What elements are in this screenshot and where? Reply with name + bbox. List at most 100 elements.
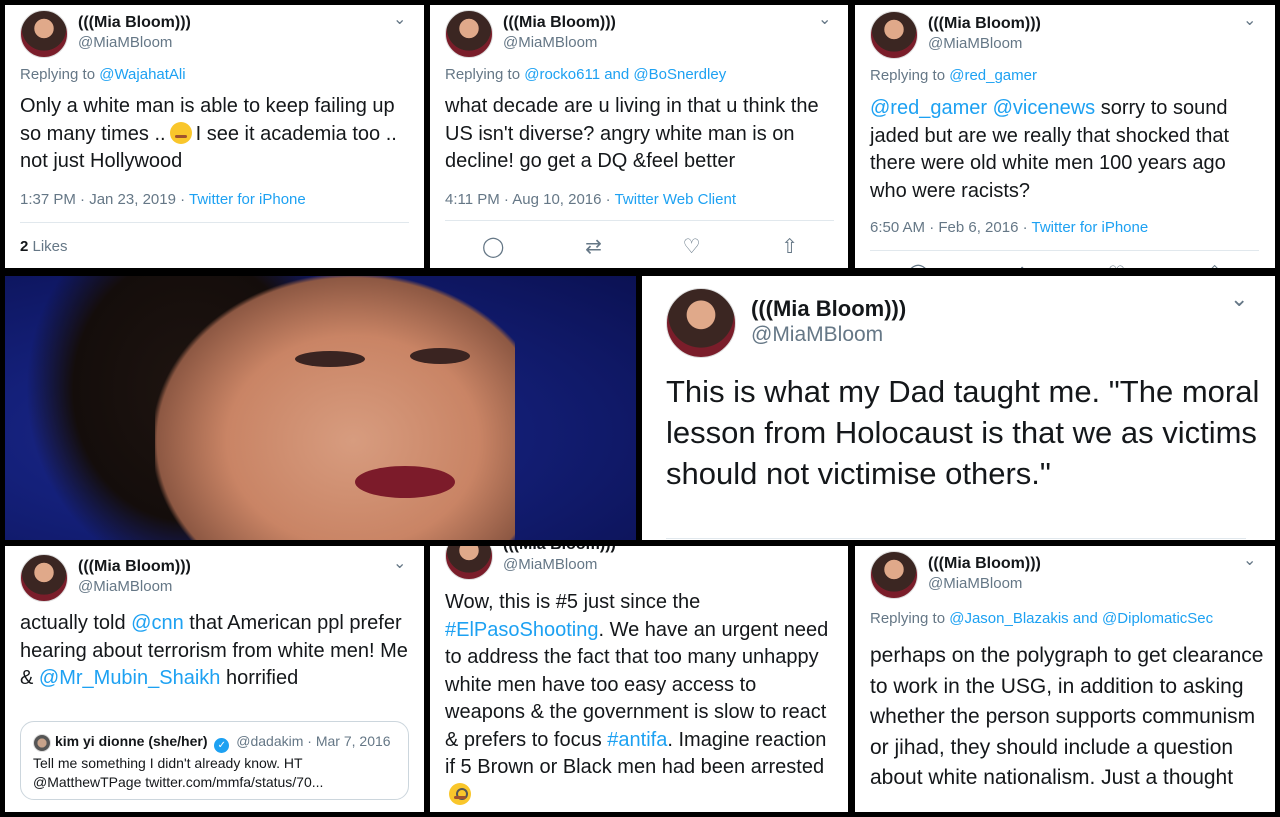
display-name[interactable]: (((Mia Bloom))) bbox=[928, 555, 1041, 573]
replying-to-label: Replying to bbox=[870, 610, 950, 627]
mention-link[interactable]: @cnn bbox=[131, 612, 184, 634]
avatar[interactable] bbox=[666, 288, 736, 358]
avatar[interactable] bbox=[445, 10, 493, 58]
username-handle[interactable]: @MiaMBloom bbox=[78, 34, 172, 51]
face-shape bbox=[155, 276, 515, 540]
reply-and: and bbox=[1068, 610, 1103, 627]
display-name[interactable]: (((Mia Bloom))) bbox=[78, 14, 191, 32]
tweet-text: actually told @cnn that American ppl pre… bbox=[20, 610, 412, 693]
reply-mention-link[interactable]: @rocko611 bbox=[524, 66, 600, 83]
timestamp[interactable]: 1:37 PM · Jan 23, 2019 · bbox=[20, 191, 189, 208]
reply-mention-link[interactable]: @DiplomaticSec bbox=[1102, 610, 1213, 627]
reply-mention-link[interactable]: @WajahatAli bbox=[99, 66, 185, 83]
tweet-text: Only a white man is able to keep failing… bbox=[20, 93, 415, 176]
display-name[interactable]: (((Mia Bloom))) bbox=[503, 546, 616, 554]
portrait-photo bbox=[5, 276, 636, 540]
chevron-down-icon[interactable]: ⌄ bbox=[818, 9, 831, 29]
quoted-header: kim yi dionne (she/her) ✓ @dadakim · Mar… bbox=[55, 733, 391, 753]
display-name[interactable]: (((Mia Bloom))) bbox=[928, 15, 1041, 33]
reply-mention-link[interactable]: @Jason_Blazakis bbox=[949, 610, 1068, 627]
reply-mention-link[interactable]: @red_gamer bbox=[949, 67, 1037, 84]
verified-badge-icon: ✓ bbox=[214, 738, 230, 753]
lips-shape bbox=[355, 466, 455, 498]
hashtag-link[interactable]: #antifa bbox=[607, 729, 667, 751]
replying-to: Replying to @Jason_Blazakis and @Diploma… bbox=[870, 610, 1213, 627]
tweet-panel-2: (((Mia Bloom))) @MiaMBloom ⌄ Replying to… bbox=[430, 5, 848, 268]
left-eye-shape bbox=[295, 351, 365, 367]
replying-to: Replying to @rocko611 and @BoSnerdley bbox=[445, 66, 726, 83]
retweet-icon[interactable]: ⇄ bbox=[1010, 261, 1027, 268]
client-link[interactable]: Twitter for iPhone bbox=[189, 191, 306, 208]
tweet-text-part: horrified bbox=[220, 667, 299, 689]
tweet-panel-3: (((Mia Bloom))) @MiaMBloom ⌄ Replying to… bbox=[855, 5, 1275, 268]
chevron-down-icon[interactable]: ⌄ bbox=[393, 9, 406, 29]
reply-icon[interactable]: ◯ bbox=[482, 234, 504, 259]
quoted-text: Tell me something I didn't already know.… bbox=[33, 755, 324, 790]
tweet-timestamp: 6:50 AM · Feb 6, 2016 · Twitter for iPho… bbox=[870, 219, 1148, 236]
chevron-down-icon[interactable]: ⌄ bbox=[1230, 286, 1248, 312]
tweet-text: @red_gamer @vicenews sorry to sound jade… bbox=[870, 95, 1262, 205]
share-icon[interactable]: ⇧ bbox=[1206, 261, 1223, 268]
tweet-timestamp: 4:11 PM · Aug 10, 2016 · Twitter Web Cli… bbox=[445, 191, 736, 208]
tweet-actions: ◯ ⇄ ♡ ⇧ bbox=[907, 261, 1223, 268]
tweet-panel-1: (((Mia Bloom))) @MiaMBloom ⌄ Replying to… bbox=[5, 5, 424, 268]
likes-count[interactable]: 2 Likes bbox=[20, 238, 68, 255]
quoted-tweet-card[interactable]: kim yi dionne (she/her) ✓ @dadakim · Mar… bbox=[20, 721, 409, 800]
username-handle[interactable]: @MiaMBloom bbox=[78, 578, 172, 595]
tweet-text: This is what my Dad taught me. "The mora… bbox=[666, 374, 1260, 491]
like-icon[interactable]: ♡ bbox=[1108, 261, 1126, 268]
quoted-handle-date: @dadakim · Mar 7, 2016 bbox=[236, 733, 391, 749]
display-name[interactable]: (((Mia Bloom))) bbox=[751, 296, 906, 322]
avatar[interactable] bbox=[870, 11, 918, 59]
avatar[interactable] bbox=[445, 546, 493, 580]
divider bbox=[870, 250, 1259, 251]
avatar[interactable] bbox=[20, 10, 68, 58]
mention-link[interactable]: @Mr_Mubin_Shaikh bbox=[39, 667, 221, 689]
tweet-panel-4: (((Mia Bloom))) @MiaMBloom ⌄ This is wha… bbox=[642, 276, 1275, 540]
username-handle[interactable]: @MiaMBloom bbox=[928, 575, 1022, 592]
monocle-face-emoji-icon bbox=[449, 782, 471, 805]
tweet-text-part: actually told bbox=[20, 612, 132, 634]
display-name[interactable]: (((Mia Bloom))) bbox=[78, 558, 191, 576]
quoted-name: kim yi dionne (she/her) bbox=[55, 733, 208, 749]
replying-to-label: Replying to bbox=[870, 67, 950, 84]
timestamp[interactable]: 6:50 AM · Feb 6, 2016 · bbox=[870, 219, 1031, 236]
display-name[interactable]: (((Mia Bloom))) bbox=[503, 14, 616, 32]
reply-mention-link[interactable]: @BoSnerdley bbox=[633, 66, 726, 83]
tweet-text-part: Wow, this is #5 just since the bbox=[445, 591, 701, 613]
avatar[interactable] bbox=[20, 554, 68, 602]
client-link[interactable]: Twitter for iPhone bbox=[1031, 219, 1148, 236]
tweet-panel-5: (((Mia Bloom))) @MiaMBloom ⌄ actually to… bbox=[5, 546, 424, 812]
hashtag-link[interactable]: #ElPasoShooting bbox=[445, 619, 598, 641]
chevron-down-icon[interactable]: ⌄ bbox=[393, 553, 406, 573]
avatar[interactable] bbox=[870, 551, 918, 599]
like-icon[interactable]: ♡ bbox=[683, 234, 701, 259]
replying-to-label: Replying to bbox=[20, 66, 100, 83]
username-handle[interactable]: @MiaMBloom bbox=[751, 323, 883, 347]
replying-to: Replying to @red_gamer bbox=[870, 67, 1037, 84]
tweet-panel-6: (((Mia Bloom))) @MiaMBloom Wow, this is … bbox=[430, 546, 848, 812]
tweet-text: perhaps on the polygraph to get clearanc… bbox=[870, 644, 1264, 789]
tweet-text: Wow, this is #5 just since the #ElPasoSh… bbox=[445, 589, 840, 809]
username-handle[interactable]: @MiaMBloom bbox=[928, 35, 1022, 52]
replying-to: Replying to @WajahatAli bbox=[20, 66, 186, 83]
confounded-face-emoji-icon bbox=[169, 121, 192, 144]
timestamp[interactable]: 4:11 PM · Aug 10, 2016 · bbox=[445, 191, 615, 208]
tweet-text: what decade are u living in that u think… bbox=[445, 95, 819, 172]
replying-to-label: Replying to bbox=[445, 66, 525, 83]
retweet-icon[interactable]: ⇄ bbox=[585, 234, 602, 259]
mention-link[interactable]: @red_gamer bbox=[870, 97, 987, 119]
divider bbox=[445, 220, 834, 221]
share-icon[interactable]: ⇧ bbox=[781, 234, 798, 259]
username-handle[interactable]: @MiaMBloom bbox=[503, 556, 597, 573]
mention-link[interactable]: @vicenews bbox=[993, 97, 1096, 119]
client-link[interactable]: Twitter Web Client bbox=[615, 191, 736, 208]
username-handle[interactable]: @MiaMBloom bbox=[503, 34, 597, 51]
tweet-panel-7: (((Mia Bloom))) @MiaMBloom ⌄ Replying to… bbox=[855, 546, 1275, 812]
quoted-avatar bbox=[33, 734, 51, 752]
tweet-actions: ◯ ⇄ ♡ ⇧ bbox=[482, 234, 798, 259]
right-eye-shape bbox=[410, 348, 470, 364]
chevron-down-icon[interactable]: ⌄ bbox=[1243, 10, 1256, 30]
reply-icon[interactable]: ◯ bbox=[907, 261, 929, 268]
chevron-down-icon[interactable]: ⌄ bbox=[1243, 550, 1256, 570]
